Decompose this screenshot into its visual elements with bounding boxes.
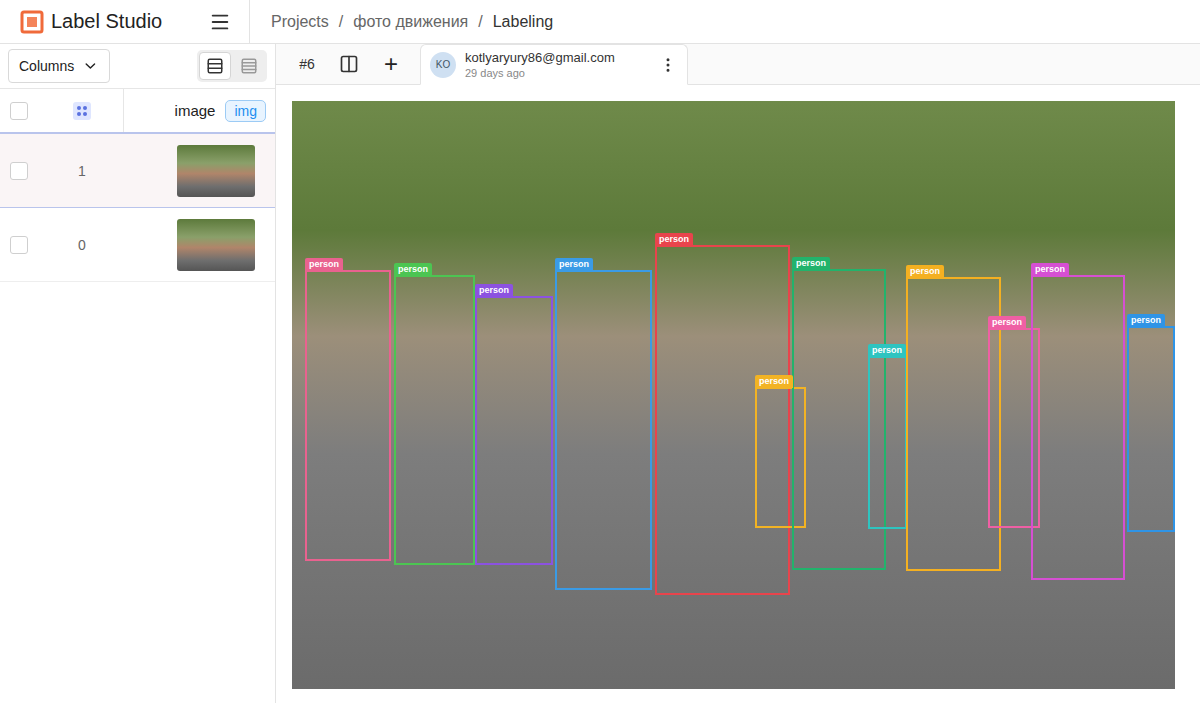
brand: Label Studio [0, 0, 250, 43]
breadcrumb-separator: / [339, 13, 343, 31]
region-label: person [792, 257, 830, 270]
task-id: #6 [286, 44, 328, 84]
row-cell: 1 [40, 134, 124, 207]
split-view-button[interactable] [328, 44, 370, 84]
region-label: person [475, 284, 513, 297]
bounding-box[interactable]: person [394, 275, 475, 565]
app-name[interactable]: Label Studio [51, 10, 202, 33]
bounding-box[interactable]: person [792, 269, 886, 570]
annotation-menu-button[interactable] [659, 56, 677, 74]
view-mode-button[interactable] [233, 52, 265, 80]
more-vertical-icon [659, 56, 677, 74]
breadcrumb-separator: / [478, 13, 482, 31]
region-label: person [755, 375, 793, 388]
labeling-area: #6 + KO kotlyaryury86@gmail.com 29 days ago p… [276, 44, 1200, 703]
split-view-icon [339, 54, 359, 74]
region-label: person [1127, 314, 1165, 327]
user-email: kotlyaryury86@gmail.com [465, 50, 650, 65]
bounding-box[interactable]: person [906, 277, 1001, 571]
row-checkbox[interactable] [10, 162, 28, 180]
row-checkbox[interactable] [10, 236, 28, 254]
menu-button[interactable] [209, 11, 231, 33]
plus-icon: + [384, 52, 398, 76]
bounding-box[interactable]: person [1031, 275, 1125, 580]
region-label: person [1031, 263, 1069, 276]
table-row[interactable]: 0 [0, 208, 275, 282]
row-id: 1 [78, 163, 86, 179]
task-list-toolbar: Columns [0, 44, 275, 88]
task-image[interactable]: personpersonpersonpersonpersonpersonpers… [292, 101, 1175, 689]
annotation-time: 29 days ago [465, 67, 650, 79]
bounding-box[interactable]: person [475, 296, 553, 565]
annotation-tab[interactable]: KO kotlyaryury86@gmail.com 29 days ago [420, 44, 688, 85]
region-label: person [655, 233, 693, 246]
breadcrumb-item[interactable]: Projects [271, 13, 329, 31]
row-id: 0 [78, 237, 86, 253]
logo-icon [20, 10, 44, 34]
grid-view-icon [240, 57, 258, 75]
breadcrumb-item[interactable]: фото движения [353, 13, 468, 31]
table-row[interactable]: 1 [0, 134, 275, 208]
view-toggle [197, 50, 267, 82]
select-all-checkbox[interactable] [10, 102, 28, 120]
bounding-box[interactable]: person [305, 270, 391, 561]
column-label: image [175, 102, 216, 119]
region-label: person [906, 265, 944, 278]
list-view-icon [206, 57, 224, 75]
header-cell[interactable]: image img [124, 89, 275, 132]
header-cell [0, 89, 40, 132]
image-thumbnail [177, 219, 255, 271]
columns-button[interactable]: Columns [8, 49, 110, 83]
bounding-box[interactable]: person [755, 387, 806, 528]
label-studio-page: Label Studio Projects / фото движения / Label… [0, 0, 1200, 703]
row-cell [124, 134, 275, 207]
region-label: person [555, 258, 593, 271]
annotation-tabs: #6 + KO kotlyaryury86@gmail.com 29 days ago [276, 44, 1200, 85]
bounding-box[interactable]: person [655, 245, 790, 595]
chevron-down-icon [82, 57, 99, 75]
breadcrumbs: Projects / фото движения / Labeling [250, 13, 553, 31]
header-cell [40, 89, 124, 132]
region-label: person [868, 344, 906, 357]
user-avatar: KO [430, 52, 456, 78]
breadcrumb-item[interactable]: Labeling [493, 13, 554, 31]
region-label: person [988, 316, 1026, 329]
annotation-info: kotlyaryury86@gmail.com 29 days ago [465, 50, 650, 79]
image-thumbnail [177, 145, 255, 197]
row-cell [0, 134, 40, 207]
workspace: Columns image img 1 0 #6 + KO kotlyaryury86@gmai… [0, 44, 1200, 703]
bounding-box[interactable]: person [868, 356, 907, 529]
task-list-panel: Columns image img 1 0 [0, 44, 276, 703]
add-annotation-button[interactable]: + [370, 44, 412, 84]
menu-icon [209, 11, 231, 33]
bounding-box[interactable]: person [555, 270, 652, 590]
column-type-badge: img [225, 100, 266, 122]
id-column-icon [73, 102, 91, 120]
table-header: image img [0, 88, 275, 134]
region-label: person [394, 263, 432, 276]
region-label: person [305, 258, 343, 271]
view-mode-button[interactable] [199, 52, 231, 80]
top-header: Label Studio Projects / фото движения / Label… [0, 0, 1200, 44]
image-canvas: personpersonpersonpersonpersonpersonpers… [276, 85, 1200, 703]
row-cell [124, 208, 275, 281]
row-cell [0, 208, 40, 281]
bounding-box[interactable]: person [1127, 326, 1175, 532]
row-cell: 0 [40, 208, 124, 281]
